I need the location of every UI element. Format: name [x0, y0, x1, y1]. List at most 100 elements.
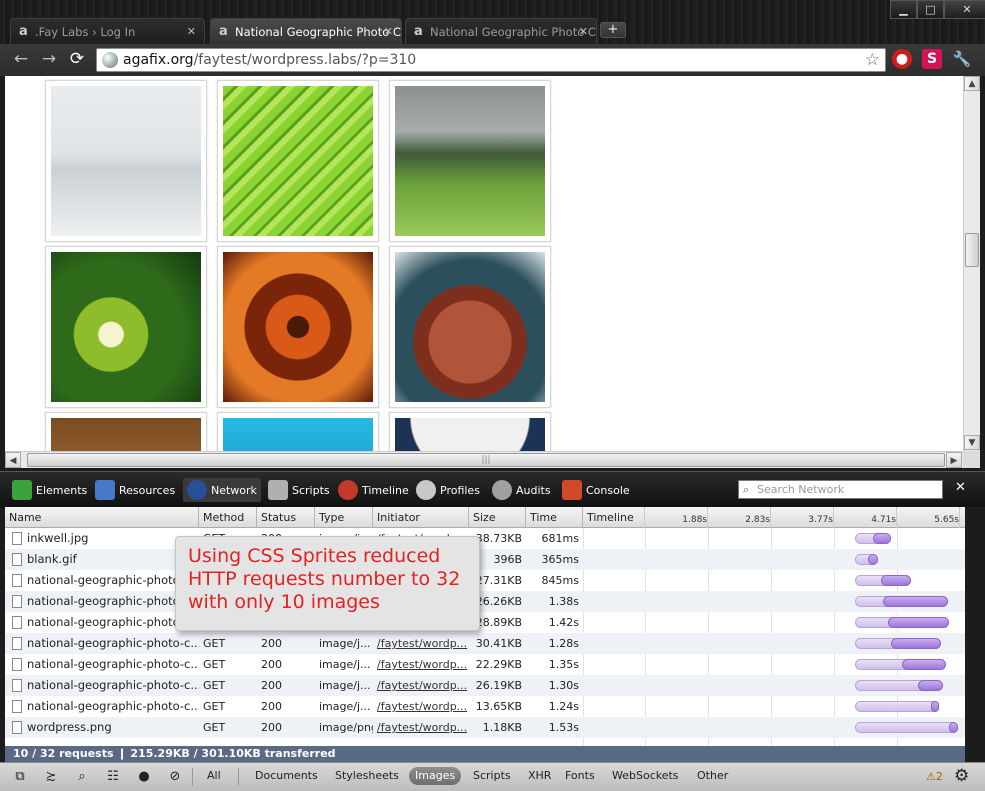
- cell-name[interactable]: national-geographic-photo: [5, 570, 199, 591]
- bookmark-star-icon[interactable]: ☆: [865, 49, 880, 71]
- wrench-icon[interactable]: 🔧: [952, 49, 972, 69]
- filter-documents[interactable]: Documents: [249, 767, 324, 785]
- tab-close-icon[interactable]: ✕: [187, 19, 196, 44]
- page-horizontal-scrollbar[interactable]: ◀ ||| ▶: [5, 451, 963, 468]
- inspect-icon[interactable]: ⌕: [71, 767, 93, 787]
- filter-other[interactable]: Other: [691, 767, 734, 785]
- cell-name[interactable]: national-geographic-photo-c...: [5, 633, 199, 654]
- cell-initiator[interactable]: /faytest/wordp...: [373, 633, 469, 654]
- tab-national-geographic-active[interactable]: a National Geographic Photo Cor ✕: [210, 18, 402, 44]
- filter-images[interactable]: Images: [409, 767, 462, 785]
- tab-fay-labs-login[interactable]: a .Fay Labs › Log In ✕: [10, 18, 205, 44]
- cell-name[interactable]: national-geographic-photo-c...: [5, 654, 199, 675]
- dock-icon[interactable]: ⧉: [9, 767, 31, 787]
- column-header-timeline[interactable]: Timeline: [583, 507, 645, 528]
- table-row[interactable]: wordpress.png GET 200 image/png/faytest/wor…: [5, 717, 965, 738]
- photo-thumbnail[interactable]: [45, 246, 207, 408]
- forward-icon[interactable]: →: [38, 48, 60, 70]
- filter-all[interactable]: All: [201, 767, 227, 785]
- scroll-thumb[interactable]: [965, 233, 979, 267]
- column-header-type[interactable]: Type: [315, 507, 373, 528]
- search-network-input[interactable]: ⌕ Search Network: [738, 480, 943, 499]
- new-tab-button[interactable]: +: [600, 22, 626, 38]
- address-bar[interactable]: agafix.org/faytest/wordpress.labs/?p=310…: [96, 48, 886, 72]
- photo-thumbnail[interactable]: [217, 412, 379, 451]
- panel-console[interactable]: Console: [562, 478, 630, 502]
- photo-thumbnail[interactable]: [45, 80, 207, 242]
- url-text[interactable]: agafix.org/faytest/wordpress.labs/?p=310: [123, 49, 416, 71]
- panel-scripts[interactable]: Scripts: [268, 478, 330, 502]
- photo-thumbnail[interactable]: [217, 80, 379, 242]
- photo-thumbnail[interactable]: [217, 246, 379, 408]
- photo-thumbnail[interactable]: [389, 80, 551, 242]
- scroll-down-icon[interactable]: ▼: [964, 435, 980, 450]
- column-header-initiator[interactable]: Initiator: [373, 507, 469, 528]
- panel-label: Network: [211, 483, 257, 497]
- panel-profiles[interactable]: Profiles: [416, 478, 480, 502]
- tab-close-icon[interactable]: ✕: [384, 19, 393, 44]
- column-header-method[interactable]: Method: [199, 507, 257, 528]
- cell-name[interactable]: national-geographic-photo: [5, 591, 199, 612]
- scroll-left-icon[interactable]: ◀: [5, 452, 21, 468]
- column-header-time[interactable]: Time: [526, 507, 583, 528]
- table-row[interactable]: inkwell.jpgGET200image/j.../faytest/word…: [5, 528, 965, 549]
- panel-timeline[interactable]: Timeline: [338, 478, 409, 502]
- console-drawer-icon[interactable]: ≿: [40, 767, 62, 787]
- filter-websockets[interactable]: WebSockets: [606, 767, 685, 785]
- cell-time: 1.53s: [548, 721, 579, 734]
- horizontal-scroll-thumb[interactable]: |||: [27, 453, 945, 467]
- filter-scripts[interactable]: Scripts: [467, 767, 517, 785]
- cell-name[interactable]: wordpress.png: [5, 717, 199, 738]
- photo-thumbnail[interactable]: [389, 412, 551, 451]
- cell-initiator[interactable]: /faytest/wordp...: [373, 696, 469, 717]
- panel-elements[interactable]: Elements: [12, 478, 87, 502]
- scroll-right-icon[interactable]: ▶: [946, 452, 962, 468]
- table-row[interactable]: national-geographic-photo 26.26KB 1.38s: [5, 591, 965, 612]
- cell-initiator[interactable]: /faytest/wordp...: [373, 654, 469, 675]
- panel-audits[interactable]: Audits: [492, 478, 551, 502]
- table-row[interactable]: blank.gif 396B 365ms: [5, 549, 965, 570]
- cell-initiator[interactable]: /faytest/wordp...: [373, 675, 469, 696]
- cell-name[interactable]: national-geographic-photo: [5, 612, 199, 633]
- close-devtools-icon[interactable]: ✕: [955, 480, 966, 495]
- cell-initiator[interactable]: /faytest/wordp...: [373, 717, 469, 738]
- warning-count-badge[interactable]: ⚠2: [926, 770, 943, 783]
- table-row[interactable]: national-geographic-photo-c... GET 200 imag…: [5, 633, 965, 654]
- cell-name[interactable]: blank.gif: [5, 549, 199, 570]
- cell-status: 200: [261, 700, 282, 713]
- page-vertical-scrollbar[interactable]: ▲ ▼: [963, 76, 980, 451]
- timeline-icon: [338, 480, 358, 500]
- maximize-button[interactable]: □: [917, 0, 944, 19]
- column-header-status[interactable]: Status: [257, 507, 315, 528]
- back-icon[interactable]: ←: [10, 48, 32, 70]
- column-header-name[interactable]: Name: [5, 507, 199, 528]
- column-header-size[interactable]: Size: [469, 507, 526, 528]
- clear-icon[interactable]: ⊘: [164, 767, 186, 787]
- photo-thumbnail[interactable]: [389, 246, 551, 408]
- minimize-button[interactable]: ▁: [890, 0, 917, 19]
- cell-name[interactable]: inkwell.jpg: [5, 528, 199, 549]
- tab-close-icon[interactable]: ✕: [579, 19, 588, 44]
- filter-stylesheets[interactable]: Stylesheets: [329, 767, 405, 785]
- filter-fonts[interactable]: Fonts: [559, 767, 601, 785]
- reload-icon[interactable]: ⟳: [66, 48, 88, 70]
- table-row[interactable]: national-geographic-photo-c... GET 200 imag…: [5, 675, 965, 696]
- photo-thumbnail[interactable]: [45, 412, 207, 451]
- cell-name[interactable]: national-geographic-photo-c...: [5, 696, 199, 717]
- table-row[interactable]: national-geographic-photo 28.89KB 1.42s: [5, 612, 965, 633]
- record-icon[interactable]: ●: [133, 767, 155, 787]
- filter-xhr[interactable]: XHR: [522, 767, 557, 785]
- table-row[interactable]: national-geographic-photo 27.31KB 845ms: [5, 570, 965, 591]
- s-extension-icon[interactable]: S: [922, 49, 942, 69]
- cell-name[interactable]: national-geographic-photo-c...: [5, 675, 199, 696]
- gear-icon[interactable]: ⚙: [954, 766, 969, 786]
- panel-network[interactable]: Network: [183, 478, 261, 502]
- table-row[interactable]: national-geographic-photo-c... GET 200 imag…: [5, 696, 965, 717]
- large-rows-icon[interactable]: ☷: [102, 767, 124, 787]
- scroll-up-icon[interactable]: ▲: [964, 76, 980, 91]
- tab-national-geographic[interactable]: a National Geographic Photo Cor ✕: [405, 18, 597, 44]
- close-window-button[interactable]: ✕: [944, 0, 985, 19]
- panel-resources[interactable]: Resources: [95, 478, 175, 502]
- adblock-extension-icon[interactable]: ●: [892, 49, 912, 69]
- table-row[interactable]: national-geographic-photo-c... GET 200 imag…: [5, 654, 965, 675]
